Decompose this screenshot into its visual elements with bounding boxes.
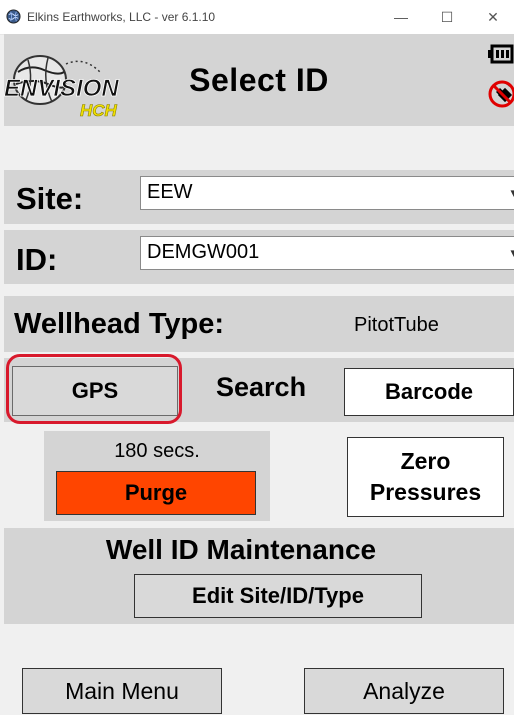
dropdown-arrow-icon[interactable]: ▾ <box>510 185 514 201</box>
maximize-icon: ☐ <box>440 8 454 25</box>
main-menu-button[interactable]: Main Menu <box>22 668 222 714</box>
close-button[interactable]: ✕ <box>470 4 514 30</box>
barcode-button[interactable]: Barcode <box>344 368 514 416</box>
minimize-button[interactable]: — <box>378 4 424 30</box>
edit-site-id-type-button[interactable]: Edit Site/ID/Type <box>134 574 422 618</box>
site-dropdown[interactable]: EEW ▾ <box>140 176 514 210</box>
wellhead-type-value: PitotTube <box>354 314 439 336</box>
site-row: Site: EEW ▾ <box>4 170 514 224</box>
header-panel: ENVISION HCH Select ID <box>4 34 514 126</box>
id-row: ID: DEMGW001 ▾ <box>4 230 514 284</box>
maintenance-title: Well ID Maintenance <box>105 534 377 565</box>
purge-button[interactable]: Purge <box>56 471 256 515</box>
purge-panel: 180 secs. Purge <box>44 431 270 521</box>
search-label: Search <box>216 372 307 402</box>
globe-app-icon <box>6 9 21 24</box>
window-title: Elkins Earthworks, LLC - ver 6.1.10 <box>27 10 216 24</box>
zero-pressures-line1: Zero <box>400 447 451 474</box>
zero-pressures-line2: Pressures <box>369 479 482 505</box>
logo-subtext: HCH <box>80 101 118 120</box>
site-value: EEW <box>147 181 193 203</box>
id-label: ID: <box>16 242 58 277</box>
gps-disabled-icon <box>488 80 514 108</box>
analyze-button[interactable]: Analyze <box>304 668 504 714</box>
wellhead-row: Wellhead Type: PitotTube <box>4 296 514 352</box>
wellhead-type-label: Wellhead Type: <box>14 308 225 340</box>
site-label: Site: <box>16 181 84 216</box>
id-dropdown[interactable]: DEMGW001 ▾ <box>140 236 514 270</box>
battery-icon <box>488 44 514 64</box>
minimize-icon: — <box>394 9 408 25</box>
maximize-button[interactable]: ☐ <box>424 4 470 30</box>
close-icon: ✕ <box>487 8 499 25</box>
maintenance-panel: Well ID Maintenance Edit Site/ID/Type <box>4 528 514 624</box>
dropdown-arrow-icon[interactable]: ▾ <box>510 245 514 261</box>
zero-pressures-button[interactable]: Zero Pressures <box>347 437 504 517</box>
gps-button-highlight <box>6 354 182 424</box>
id-value: DEMGW001 <box>147 241 260 263</box>
window-titlebar: Elkins Earthworks, LLC - ver 6.1.10 — ☐ … <box>0 0 514 35</box>
page-title: Select ID <box>189 62 329 98</box>
purge-timer: 180 secs. <box>114 440 200 462</box>
